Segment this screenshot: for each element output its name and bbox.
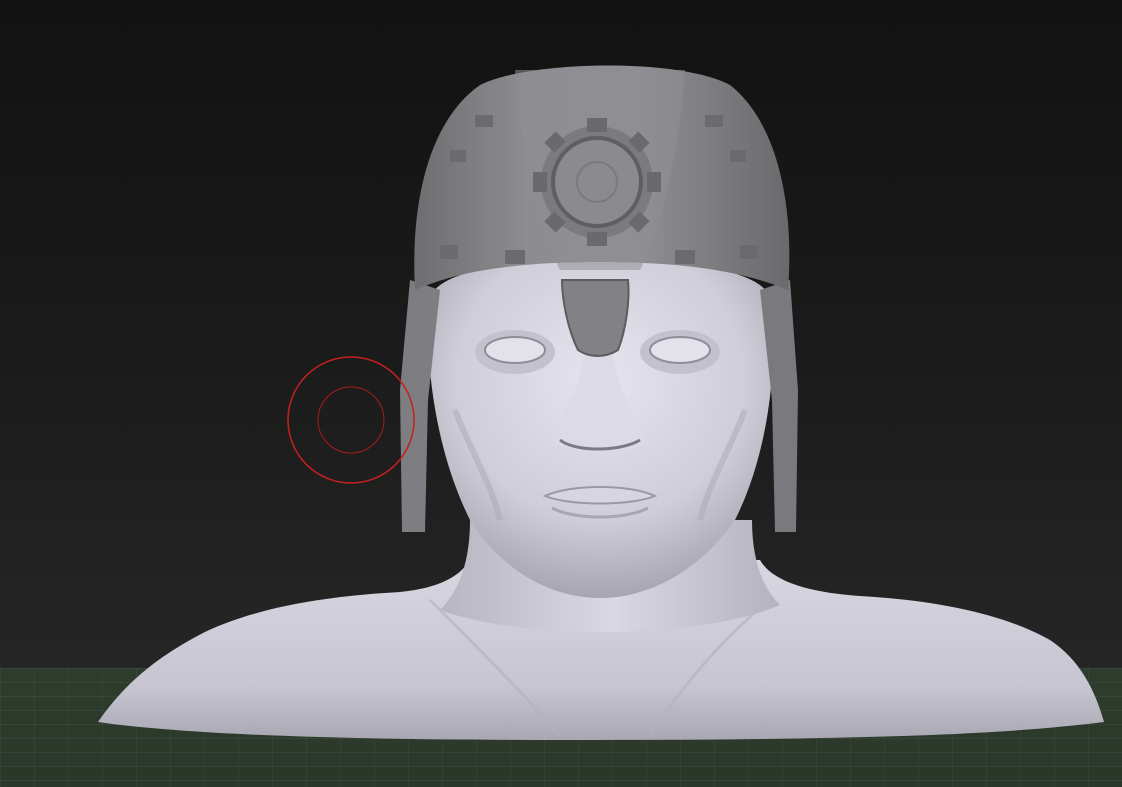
3d-viewport-canvas[interactable]: [0, 0, 1122, 787]
left-eye: [484, 336, 546, 364]
right-eye: [649, 336, 711, 364]
brush-radius-cursor: [287, 356, 415, 484]
sculpt-model[interactable]: [0, 0, 1122, 787]
gear-icon: [533, 118, 661, 246]
